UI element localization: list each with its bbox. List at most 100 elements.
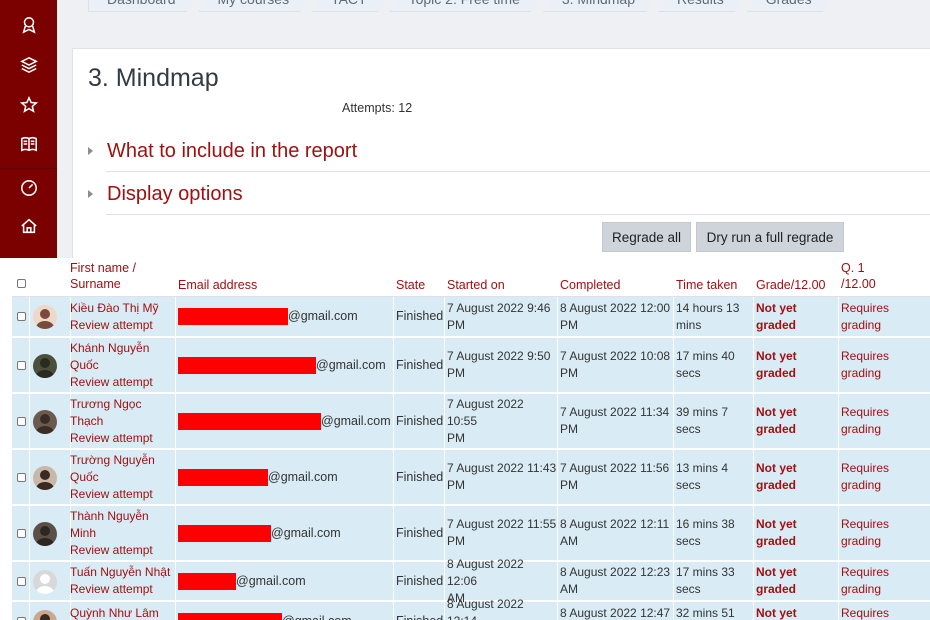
row-checkbox[interactable] bbox=[17, 416, 26, 426]
breadcrumb-course[interactable]: TACT bbox=[312, 0, 386, 12]
q1-status-2[interactable]: grading bbox=[841, 421, 929, 438]
grade-status[interactable]: Not yet bbox=[756, 605, 838, 620]
student-name[interactable]: Trường Nguyễn bbox=[70, 452, 174, 469]
q1-status-2[interactable]: grading bbox=[841, 533, 929, 550]
grade-status[interactable]: Not yet bbox=[756, 516, 838, 533]
row-checkbox[interactable] bbox=[17, 528, 26, 538]
section-report-options[interactable]: What to include in the report bbox=[88, 131, 357, 171]
breadcrumb-grades[interactable]: Grades bbox=[747, 0, 831, 12]
header-q1-max[interactable]: /12.00 bbox=[841, 276, 876, 292]
header-q1[interactable]: Q. 1 /12.00 bbox=[841, 260, 876, 292]
q1-cell: Requiresgrading bbox=[841, 562, 929, 600]
row-checkbox[interactable] bbox=[17, 472, 26, 482]
student-name[interactable]: Tuấn Nguyễn Nhật bbox=[70, 564, 174, 581]
time-taken-line2: secs bbox=[676, 534, 701, 548]
cell-divider bbox=[29, 450, 30, 504]
q1-status[interactable]: Requires bbox=[841, 564, 929, 581]
review-attempt-link[interactable]: Review attempt bbox=[70, 581, 174, 598]
avatar[interactable] bbox=[33, 465, 57, 490]
header-email[interactable]: Email address bbox=[178, 277, 257, 293]
grade-status[interactable]: Not yet bbox=[756, 300, 838, 317]
review-attempt-link[interactable]: Review attempt bbox=[70, 317, 174, 334]
q1-status[interactable]: Requires bbox=[841, 516, 929, 533]
grade-status-2[interactable]: graded bbox=[756, 421, 838, 438]
redacted-email bbox=[178, 524, 271, 542]
star-icon[interactable] bbox=[0, 86, 57, 124]
completed-ampm: PM bbox=[560, 478, 578, 492]
grade-status-2[interactable]: graded bbox=[756, 477, 838, 494]
grade-status[interactable]: Not yet bbox=[756, 460, 838, 477]
dry-run-regrade-button[interactable]: Dry run a full regrade bbox=[696, 222, 844, 252]
student-name[interactable]: Thành Nguyễn bbox=[70, 508, 174, 525]
cell-divider bbox=[673, 338, 674, 392]
book-icon[interactable] bbox=[0, 125, 57, 163]
grade-status[interactable]: Not yet bbox=[756, 564, 838, 581]
header-surname[interactable]: Surname bbox=[70, 276, 121, 292]
student-name[interactable]: Kiều Đào Thị Mỹ bbox=[70, 300, 174, 317]
gauge-icon[interactable] bbox=[0, 169, 57, 207]
q1-status[interactable]: Requires bbox=[841, 460, 929, 477]
avatar[interactable] bbox=[33, 353, 57, 378]
cell-divider bbox=[393, 562, 394, 600]
avatar[interactable] bbox=[33, 610, 57, 620]
q1-status-2[interactable]: grading bbox=[841, 581, 929, 598]
attempts-count[interactable]: Attempts: 12 bbox=[342, 101, 412, 115]
completed-date: 8 August 2022 12:11 bbox=[560, 517, 670, 531]
breadcrumb-dashboard[interactable]: Dashboard bbox=[88, 0, 195, 12]
avatar[interactable] bbox=[33, 305, 57, 329]
grade-status-2[interactable]: graded bbox=[756, 581, 838, 598]
cell-divider bbox=[753, 450, 754, 504]
layers-icon[interactable] bbox=[0, 46, 57, 84]
home-icon[interactable] bbox=[0, 207, 57, 245]
completed-cell: 7 August 2022 11:34 PM bbox=[560, 394, 672, 448]
regrade-all-button[interactable]: Regrade all bbox=[602, 222, 691, 252]
row-checkbox[interactable] bbox=[17, 312, 26, 321]
badge-icon[interactable] bbox=[0, 6, 57, 44]
q1-status-2[interactable]: grading bbox=[841, 365, 929, 382]
q1-status[interactable]: Requires bbox=[841, 300, 929, 317]
breadcrumb-results[interactable]: Results bbox=[658, 0, 743, 12]
student-name[interactable]: Quỳnh Như Lâm bbox=[70, 605, 174, 620]
avatar[interactable] bbox=[33, 569, 57, 594]
student-surname[interactable]: Minh bbox=[70, 525, 174, 542]
row-checkbox[interactable] bbox=[17, 360, 26, 370]
student-surname[interactable]: Quốc bbox=[70, 469, 174, 486]
student-surname[interactable]: Thạch bbox=[70, 413, 174, 430]
header-q1-label[interactable]: Q. 1 bbox=[841, 260, 865, 276]
row-checkbox[interactable] bbox=[17, 576, 26, 586]
student-name[interactable]: Khánh Nguyễn bbox=[70, 340, 174, 357]
header-completed[interactable]: Completed bbox=[560, 277, 620, 293]
breadcrumb-my-courses[interactable]: My courses bbox=[199, 0, 309, 12]
section-display-options[interactable]: Display options bbox=[88, 174, 243, 214]
header-started[interactable]: Started on bbox=[447, 277, 505, 293]
student-surname[interactable]: Quốc bbox=[70, 357, 174, 374]
grade-status-2[interactable]: graded bbox=[756, 317, 838, 334]
q1-status[interactable]: Requires bbox=[841, 404, 929, 421]
grade-status[interactable]: Not yet bbox=[756, 404, 838, 421]
review-attempt-link[interactable]: Review attempt bbox=[70, 542, 174, 559]
select-all-checkbox[interactable] bbox=[17, 279, 26, 288]
header-first-name[interactable]: First name / bbox=[70, 260, 136, 276]
grade-status-2[interactable]: graded bbox=[756, 533, 838, 550]
q1-status-2[interactable]: grading bbox=[841, 477, 929, 494]
review-attempt-link[interactable]: Review attempt bbox=[70, 430, 174, 447]
header-time-taken[interactable]: Time taken bbox=[676, 277, 737, 293]
grade-status[interactable]: Not yet bbox=[756, 348, 838, 365]
breadcrumb-activity[interactable]: 3. Mindmap bbox=[543, 0, 654, 12]
q1-status[interactable]: Requires bbox=[841, 348, 929, 365]
review-attempt-link[interactable]: Review attempt bbox=[70, 374, 174, 391]
cell-divider bbox=[838, 562, 839, 600]
student-name[interactable]: Trương Ngọc bbox=[70, 396, 174, 413]
breadcrumb-topic[interactable]: Topic 2: Free time bbox=[390, 0, 539, 12]
q1-status[interactable]: Requires bbox=[841, 605, 929, 620]
header-state[interactable]: State bbox=[396, 277, 425, 293]
review-attempt-link[interactable]: Review attempt bbox=[70, 486, 174, 503]
avatar[interactable] bbox=[33, 409, 57, 434]
avatar[interactable] bbox=[33, 521, 57, 546]
header-grade[interactable]: Grade/12.00 bbox=[756, 277, 826, 293]
q1-status-2[interactable]: grading bbox=[841, 317, 929, 334]
header-name[interactable]: First name / Surname bbox=[70, 260, 136, 292]
email-domain: @gmail.com bbox=[236, 573, 306, 588]
cell-divider bbox=[393, 394, 394, 448]
grade-status-2[interactable]: graded bbox=[756, 365, 838, 382]
